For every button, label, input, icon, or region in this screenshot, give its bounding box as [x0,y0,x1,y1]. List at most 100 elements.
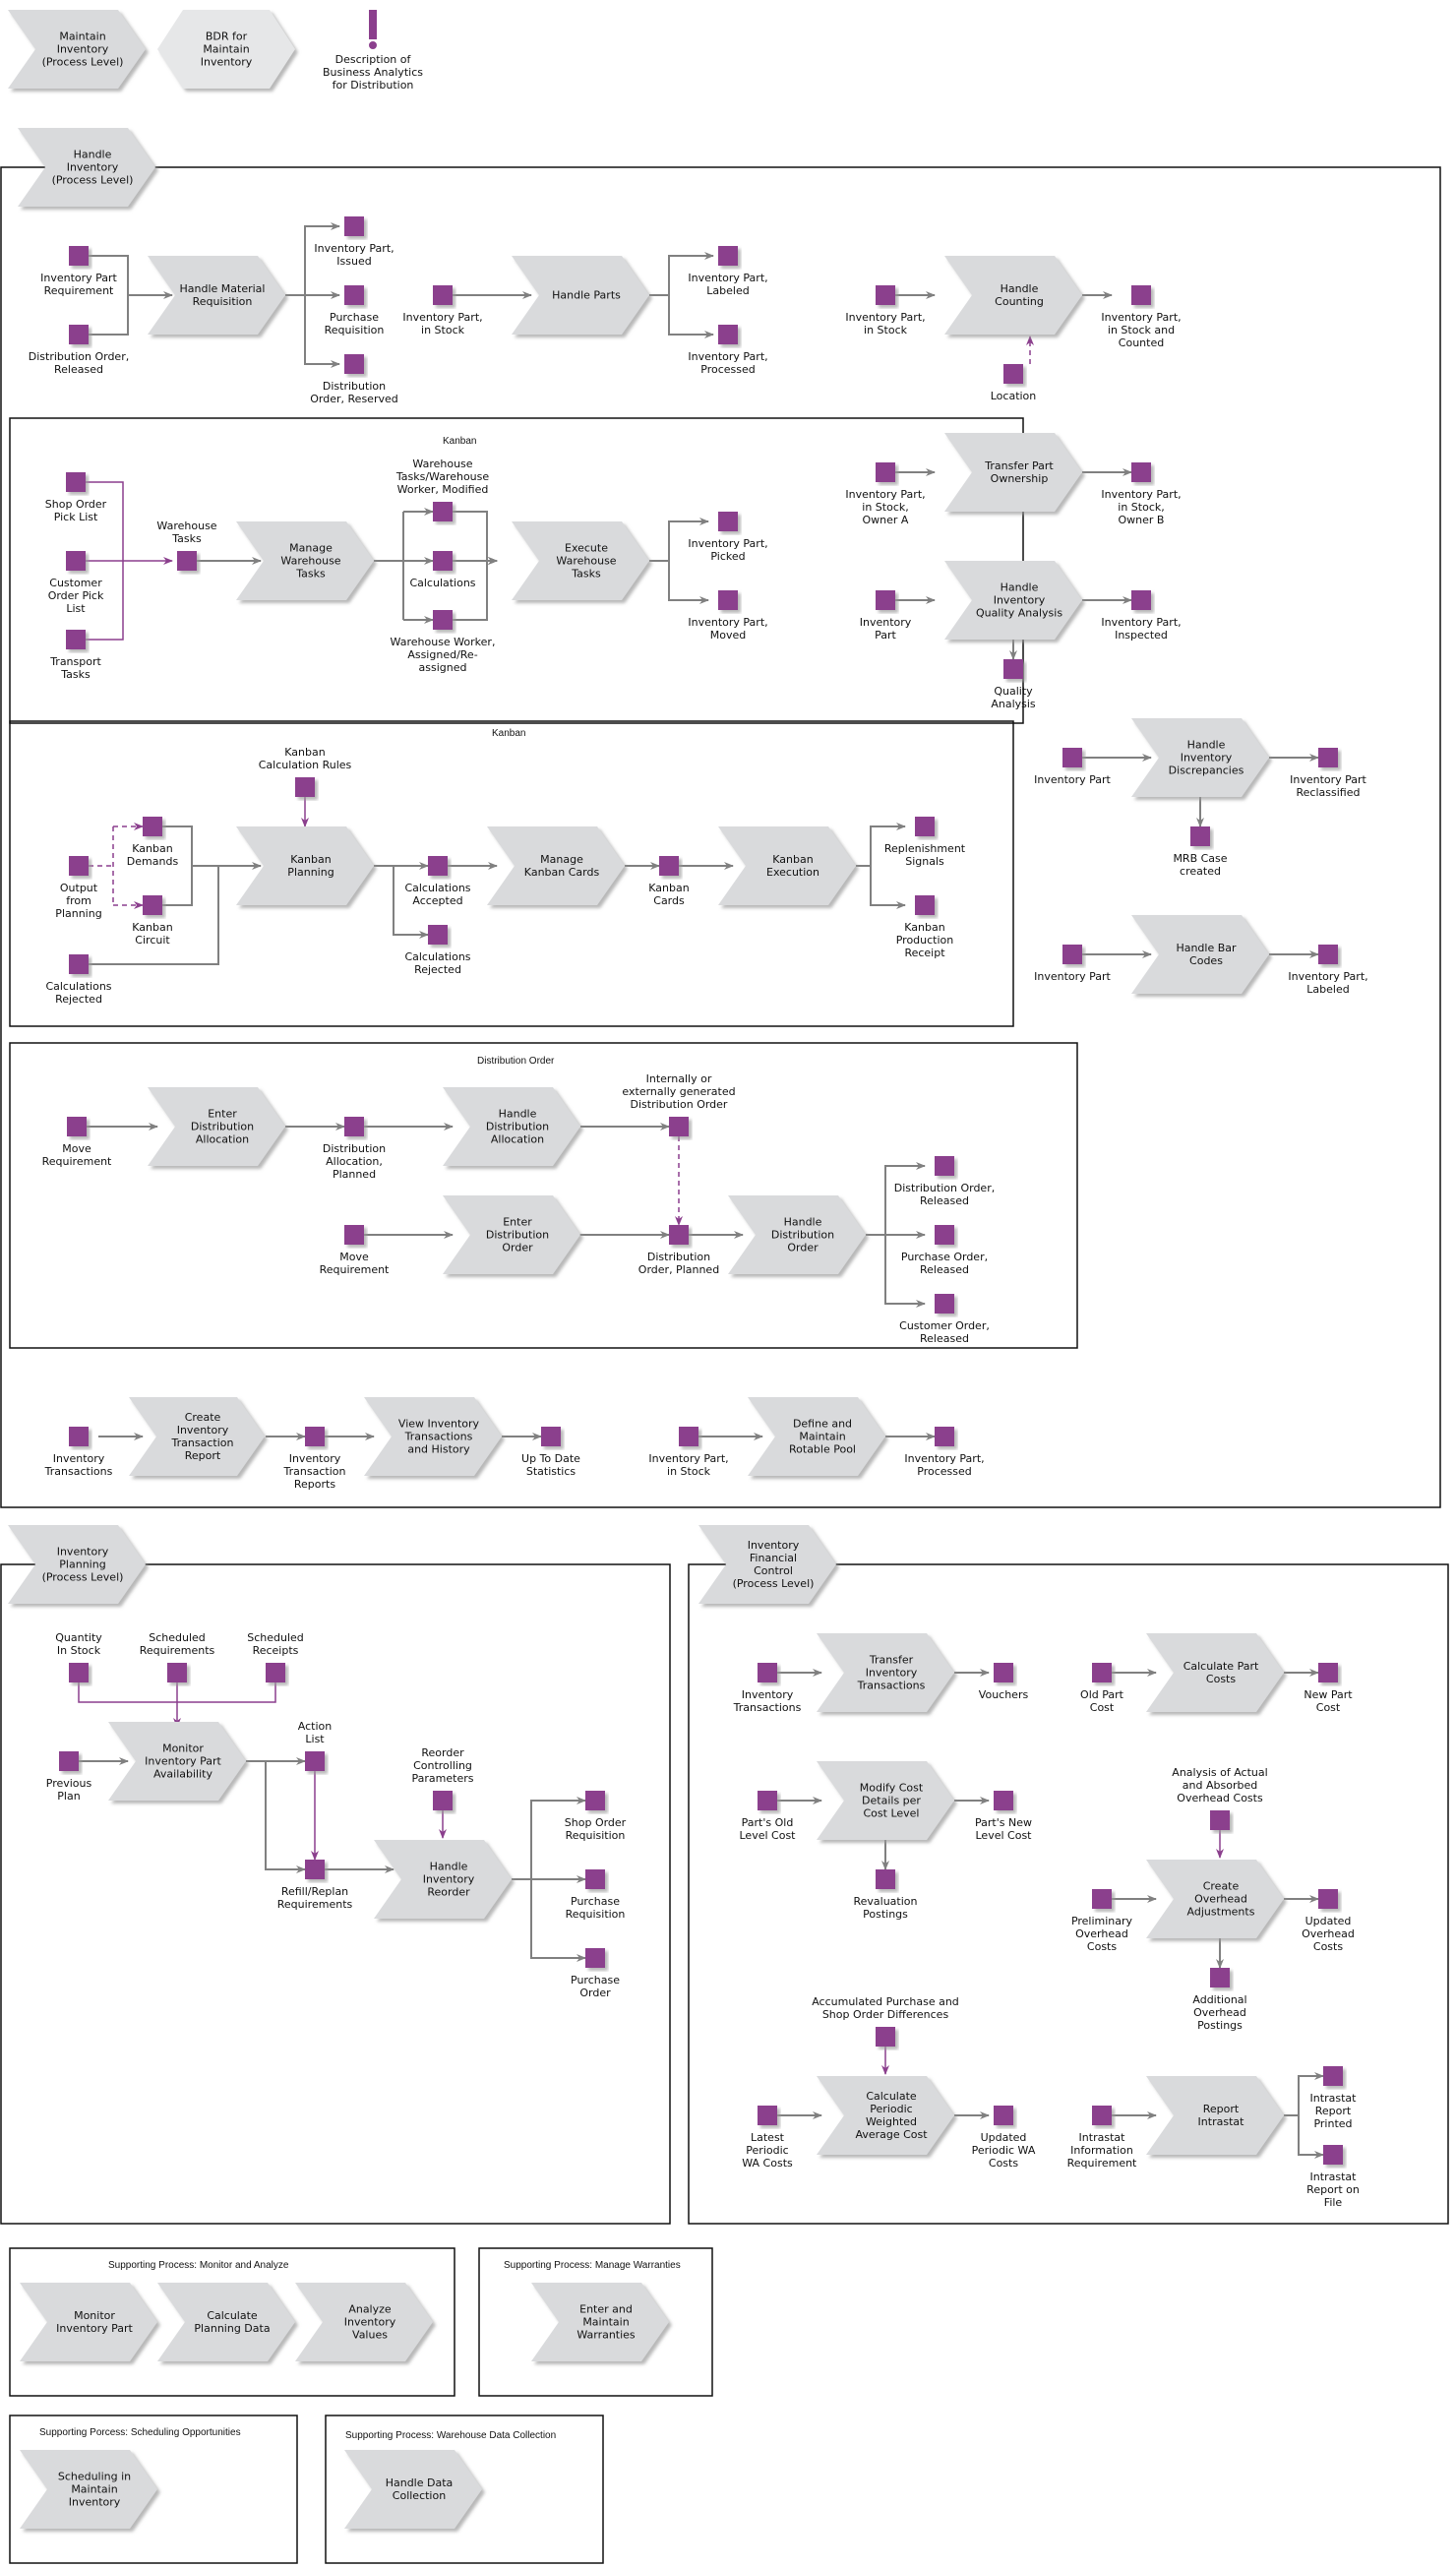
object-inv-part-counted[interactable] [1131,285,1151,305]
object-old-level-cost[interactable] [758,1791,777,1810]
object-move-req-2[interactable] [344,1225,364,1245]
object-label: Quantity In Stock [55,1631,102,1657]
process-label: Calculate Part Costs [1183,1660,1259,1685]
object-int-ext-dist-order[interactable] [669,1117,689,1136]
object-purchase-order[interactable] [585,1948,605,1968]
process-label: Handle Distribution Allocation [485,1107,550,1146]
object-mrb-case[interactable] [1190,826,1210,846]
object-kanban-cards[interactable] [659,856,679,876]
object-dist-order-released-in[interactable] [69,325,89,344]
object-sched-receipts[interactable] [266,1663,285,1682]
object-calc-rejected-out[interactable] [428,925,448,945]
process-label: Kanban Planning [287,853,334,879]
object-label: Part's Old Level Cost [739,1816,796,1842]
process-label: Manage Kanban Cards [523,853,600,879]
object-old-part-cost[interactable] [1092,1663,1112,1682]
object-dist-order-reserved[interactable] [344,354,364,374]
object-inv-part-in-stock-2[interactable] [876,285,895,305]
object-customer-order-released[interactable] [935,1294,954,1314]
object-moved[interactable] [718,590,738,610]
object-warehouse-tasks[interactable] [177,551,197,571]
object-inv-part-inspected[interactable] [1131,590,1151,610]
object-inv-transactions[interactable] [758,1663,777,1682]
object-dist-order-planned[interactable] [669,1225,689,1245]
supporting-title: Supporting Process: Monitor and Analyze [108,2260,289,2271]
object-purchase-req[interactable] [585,1869,605,1889]
object-location[interactable] [1003,364,1023,384]
object-dist-order-released-out[interactable] [935,1156,954,1176]
object-move-req-1[interactable] [67,1117,87,1136]
object-inv-part-processed-2[interactable] [935,1427,954,1446]
object-prelim-overhead[interactable] [1092,1889,1112,1909]
object-transport-tasks[interactable] [66,630,86,649]
object-reclassified[interactable] [1318,748,1338,767]
object-label: Revaluation Postings [853,1895,918,1921]
object-purchase-req[interactable] [344,285,364,305]
process-label: View Inventory Transactions and History [397,1417,480,1456]
object-label: Distribution Order, Reserved [310,380,398,405]
object-intrastat-printed[interactable] [1323,2066,1343,2086]
object-vouchers[interactable] [994,1663,1013,1682]
object-up-to-date-stats[interactable] [541,1427,561,1446]
object-previous-plan[interactable] [59,1751,79,1771]
object-calc-rejected-in[interactable] [69,954,89,974]
object-inv-part-qa[interactable] [876,590,895,610]
object-intrastat-req[interactable] [1092,2106,1112,2125]
object-replenishment[interactable] [915,817,935,836]
object-updated-wa[interactable] [994,2106,1013,2125]
object-inv-part-disc[interactable] [1062,748,1082,767]
object-reorder-params[interactable] [433,1791,453,1810]
object-new-part-cost[interactable] [1318,1663,1338,1682]
object-inv-part-in-stock-3[interactable] [679,1427,698,1446]
object-revaluation[interactable] [876,1869,895,1889]
object-action-list[interactable] [305,1751,325,1771]
object-inv-part-bar[interactable] [1062,945,1082,964]
object-refill[interactable] [305,1860,325,1879]
object-calc-accepted[interactable] [428,856,448,876]
object-inv-part-issued[interactable] [344,216,364,236]
object-kanban-calc-rules[interactable] [295,777,315,797]
object-label: Reorder Controlling Parameters [411,1746,474,1785]
object-sched-req[interactable] [167,1663,187,1682]
object-inv-part-processed[interactable] [718,325,738,344]
object-new-level-cost[interactable] [994,1791,1013,1810]
object-additional-overhead[interactable] [1210,1968,1230,1987]
object-label: Shop Order Requisition [564,1816,627,1842]
object-inv-part-req[interactable] [69,246,89,266]
object-calculations[interactable] [433,551,453,571]
object-purchase-order-released[interactable] [935,1225,954,1245]
object-label: Intrastat Information Requirement [1066,2131,1137,2170]
diagram-canvas [0,10,1449,2564]
object-quality-analysis[interactable] [1003,659,1023,679]
object-customer-order-pick[interactable] [66,551,86,571]
object-inv-trans-reports[interactable] [305,1427,325,1446]
object-dist-alloc-planned[interactable] [344,1117,364,1136]
object-kanban-receipt[interactable] [915,895,935,915]
object-latest-wa[interactable] [758,2106,777,2125]
object-shop-order-pick[interactable] [66,472,86,492]
object-analysis-overhead[interactable] [1210,1810,1230,1830]
process-label: Handle Inventory (Process Level) [51,148,134,187]
object-label: Inventory Part, in Stock [845,311,926,336]
object-label: Inventory Transactions [733,1688,802,1714]
object-wh-assigned[interactable] [433,610,453,630]
object-intrastat-file[interactable] [1323,2145,1343,2165]
object-inv-part-bar-labeled[interactable] [1318,945,1338,964]
object-picked[interactable] [718,512,738,531]
object-updated-overhead[interactable] [1318,1889,1338,1909]
note-description-link[interactable]: Description of Business Analytics for Di… [323,53,423,92]
object-inv-part-in-stock-1[interactable] [433,285,453,305]
object-label: Part's New Level Cost [975,1816,1032,1842]
object-output-planning[interactable] [69,856,89,876]
object-shop-order-req[interactable] [585,1791,605,1810]
object-qty-in-stock[interactable] [69,1663,89,1682]
object-accumulated[interactable] [876,2027,895,2047]
object-kanban-circuit[interactable] [143,895,162,915]
object-owner-a[interactable] [876,462,895,482]
object-inv-transactions[interactable] [69,1427,89,1446]
object-kanban-demands[interactable] [143,817,162,836]
object-inv-part-labeled[interactable] [718,246,738,266]
nav-label: BDR for Maintain Inventory [200,30,253,69]
object-owner-b[interactable] [1131,462,1151,482]
object-wh-modified[interactable] [433,502,453,521]
